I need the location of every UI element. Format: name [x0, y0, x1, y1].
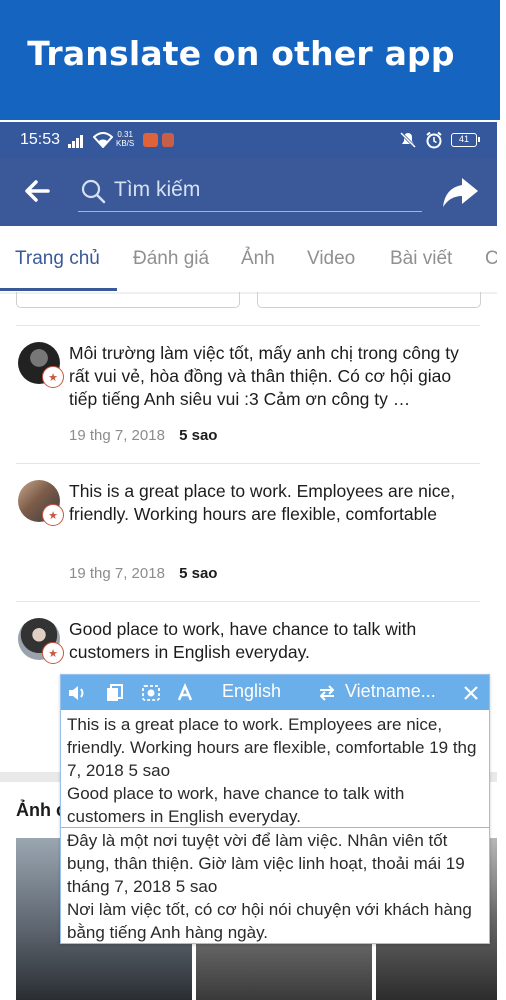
review-text: This is a great place to work. Employees… [69, 481, 456, 524]
target-language[interactable]: Vietname... [345, 681, 436, 702]
banner-title: Translate on other app [27, 34, 455, 73]
tab-videos[interactable]: Video [307, 248, 355, 270]
mute-icon [399, 131, 417, 149]
share-icon[interactable] [440, 172, 480, 212]
status-time: 15:53 [20, 131, 61, 148]
review-text: Good place to work, have chance to talk … [69, 619, 417, 662]
net-speed-unit: KB/S [116, 139, 135, 148]
review-date: 19 thg 7, 2018 [69, 565, 165, 582]
signal-icon [68, 134, 88, 148]
search-placeholder: Tìm kiếm [114, 178, 201, 201]
status-right-icons: 41 [399, 131, 480, 149]
swap-languages-icon[interactable] [317, 683, 337, 703]
battery-icon: 41 [451, 133, 480, 147]
font-size-icon[interactable] [175, 683, 195, 703]
tab-more[interactable]: C [485, 248, 497, 270]
rating-badge-icon: ★ [42, 366, 64, 388]
promo-banner: Translate on other app [0, 0, 500, 120]
review-meta: 19 thg 7, 2018 5 sao [69, 565, 217, 582]
phone-screen: 15:53 0.31 KB/S 41 Tìm kiếm Trang chủ Đá… [0, 122, 497, 1000]
net-speed: 0.31 KB/S [116, 130, 134, 148]
tab-photos[interactable]: Ảnh [241, 248, 275, 270]
banner-edge [500, 0, 506, 120]
popup-divider [61, 827, 489, 828]
review-text: Môi trường làm việc tốt, mấy anh chị tro… [69, 343, 459, 409]
reviewer-avatar[interactable]: ★ [18, 618, 64, 664]
app-bar: Tìm kiếm [0, 158, 497, 226]
review-date: 19 thg 7, 2018 [69, 427, 165, 444]
translate-popup: English Vietname... This is a great plac… [60, 674, 490, 944]
wifi-icon [93, 132, 113, 148]
tab-home[interactable]: Trang chủ [15, 248, 100, 270]
copy-icon[interactable] [105, 683, 125, 703]
search-icon [81, 179, 106, 204]
rating-badge-icon: ★ [42, 504, 64, 526]
review-rating: 5 sao [179, 427, 218, 444]
app-notification-icon [162, 133, 174, 147]
source-language[interactable]: English [222, 681, 281, 702]
rating-badge-icon: ★ [42, 642, 64, 664]
close-icon[interactable] [461, 683, 481, 703]
tab-bar: Trang chủ Đánh giá Ảnh Video Bài viết C [0, 226, 497, 292]
search-field[interactable]: Tìm kiếm [78, 172, 422, 212]
translated-text: Đây là một nơi tuyệt vời để làm việc. Nh… [67, 831, 472, 942]
tab-reviews[interactable]: Đánh giá [133, 248, 209, 270]
review-rating: 5 sao [179, 565, 218, 582]
photos-heading: Ảnh c [16, 800, 67, 820]
partial-button-left[interactable] [16, 292, 240, 308]
back-arrow-icon[interactable] [20, 174, 54, 208]
alarm-icon [426, 131, 442, 149]
status-bar: 15:53 0.31 KB/S 41 [0, 122, 497, 158]
net-speed-value: 0.31 [117, 130, 133, 139]
review-meta: 19 thg 7, 2018 5 sao [69, 427, 217, 444]
active-tab-indicator [0, 288, 117, 291]
screen-translate-icon[interactable] [141, 683, 161, 703]
reviewer-avatar[interactable]: ★ [18, 342, 64, 388]
divider [16, 463, 480, 464]
partial-button-right[interactable] [257, 292, 481, 308]
app-notification-icon [143, 133, 158, 147]
reviewer-avatar[interactable]: ★ [18, 480, 64, 526]
translate-toolbar: English Vietname... [61, 675, 489, 710]
source-text: This is a great place to work. Employees… [67, 715, 477, 826]
divider [16, 325, 480, 326]
tab-posts[interactable]: Bài viết [390, 248, 452, 270]
speaker-icon[interactable] [67, 683, 87, 703]
divider [16, 601, 480, 602]
